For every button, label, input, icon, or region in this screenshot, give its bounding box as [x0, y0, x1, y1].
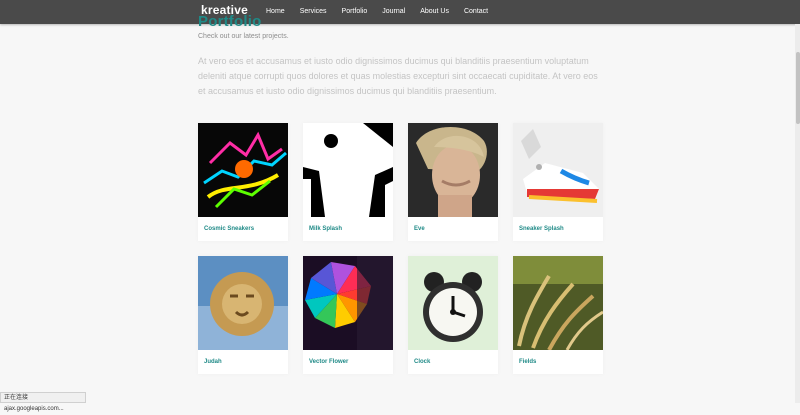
portfolio-item-vector-flower[interactable]: Vector Flower [303, 256, 393, 374]
portfolio-caption: Judah [204, 359, 222, 365]
nav-services[interactable]: Services [292, 0, 334, 24]
portfolio-caption: Cosmic Sneakers [204, 226, 255, 232]
portfolio-item-milk-splash[interactable]: Milk Splash [303, 123, 393, 241]
top-navigation-bar: kreative Home Services Portfolio Journal… [0, 0, 800, 24]
nav-about-us[interactable]: About Us [412, 0, 456, 24]
scrollbar[interactable] [795, 24, 800, 403]
portfolio-caption: Clock [414, 359, 431, 365]
nav-home[interactable]: Home [258, 0, 292, 24]
vector-flower-image [303, 256, 393, 350]
nav-portfolio[interactable]: Portfolio [334, 0, 375, 24]
sneaker-splash-image [513, 123, 603, 217]
portfolio-caption: Eve [414, 226, 425, 232]
intro-text: At vero eos et accusamus et iusto odio d… [198, 56, 598, 96]
portfolio-grid: Cosmic Sneakers Milk Splash Eve Sneaker … [198, 123, 604, 374]
portfolio-item-judah[interactable]: Judah [198, 256, 288, 374]
judah-image [198, 256, 288, 350]
page-subtitle: Check out our latest projects. [198, 33, 289, 40]
page-title: Portfolio [198, 13, 262, 30]
clock-image [408, 256, 498, 350]
portfolio-item-cosmic-sneakers[interactable]: Cosmic Sneakers [198, 123, 288, 241]
cosmic-sneakers-image [198, 123, 288, 217]
nav-contact[interactable]: Contact [456, 0, 495, 24]
eve-image [408, 123, 498, 217]
nav-journal[interactable]: Journal [374, 0, 412, 24]
portfolio-item-sneaker-splash[interactable]: Sneaker Splash [513, 123, 603, 241]
portfolio-item-clock[interactable]: Clock [408, 256, 498, 374]
portfolio-caption: Sneaker Splash [519, 226, 564, 232]
fields-image [513, 256, 603, 350]
portfolio-caption: Milk Splash [309, 226, 343, 232]
portfolio-caption: Fields [519, 359, 537, 365]
portfolio-item-eve[interactable]: Eve [408, 123, 498, 241]
browser-status-bar: 正在连接 ajax.googleapis.com... [0, 392, 86, 412]
milk-splash-image [303, 123, 393, 217]
portfolio-item-fields[interactable]: Fields [513, 256, 603, 374]
scrollbar-thumb[interactable] [796, 52, 800, 124]
portfolio-caption: Vector Flower [309, 359, 349, 365]
main-nav: Home Services Portfolio Journal About Us… [258, 0, 495, 24]
